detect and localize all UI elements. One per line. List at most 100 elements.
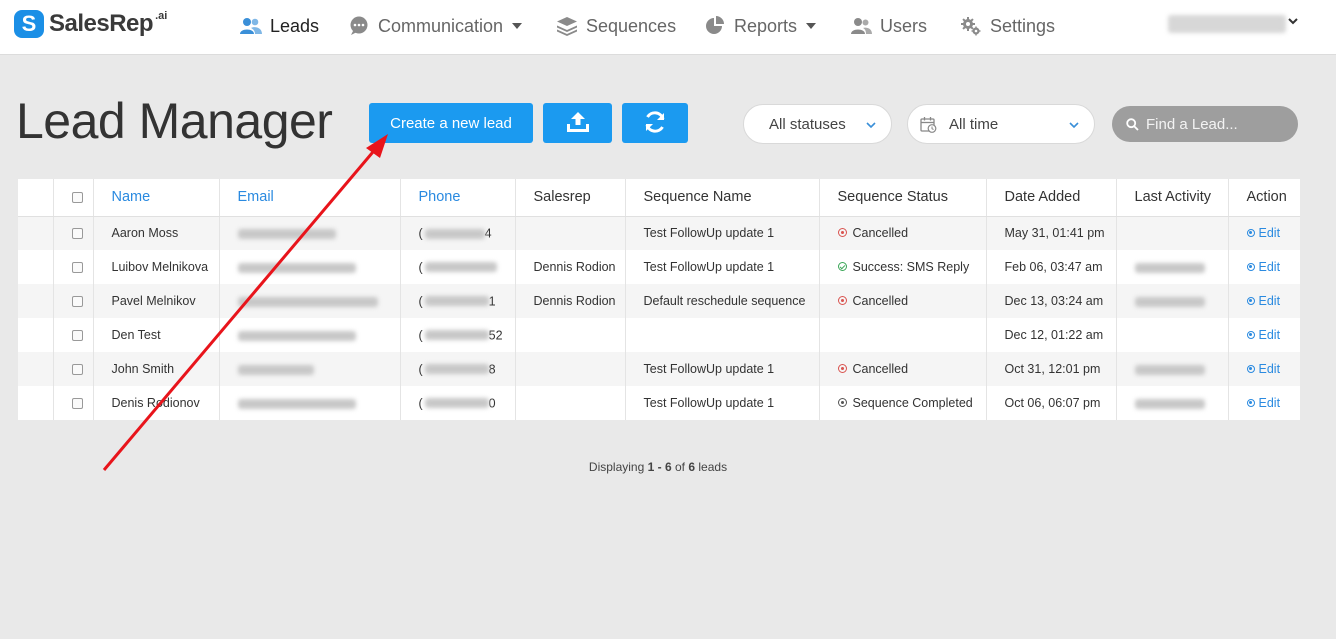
lead-phone-redacted xyxy=(424,296,489,307)
lead-sequence-status: Cancelled xyxy=(819,216,987,250)
column-header-email[interactable]: Email xyxy=(219,179,401,217)
pagination-prefix: Displaying xyxy=(588,460,645,474)
table-row[interactable]: Pavel Melnikov(1 Dennis Rodion Default res… xyxy=(18,284,1300,318)
table-row[interactable]: Den Test (52 Dec 12, 01:22 am Edit xyxy=(18,318,1300,352)
edit-lead-link[interactable]: Edit xyxy=(1246,396,1281,410)
status-filter-select[interactable]: All statuses xyxy=(743,104,892,144)
sequence-status-text: Cancelled xyxy=(852,294,909,308)
chevron-down-icon xyxy=(1068,118,1080,130)
search-input[interactable] xyxy=(1146,115,1286,133)
nav-sequences[interactable]: Sequences xyxy=(556,14,676,38)
search-box[interactable] xyxy=(1112,106,1298,142)
lead-phone-cell: ( xyxy=(400,250,516,284)
chevron-down-icon[interactable] xyxy=(1287,14,1299,30)
lead-phone-redacted xyxy=(424,330,489,341)
lead-action-cell: Edit xyxy=(1228,284,1300,318)
column-header-date-added: Date Added xyxy=(986,179,1117,217)
nav-settings[interactable]: Settings xyxy=(960,14,1055,38)
row-spacer xyxy=(18,318,54,352)
users-icon xyxy=(240,16,262,36)
row-select-cell xyxy=(53,216,94,250)
brand-logo[interactable]: S SalesRep .ai xyxy=(14,8,167,40)
row-select-cell xyxy=(53,250,94,284)
lead-email-cell xyxy=(219,216,401,250)
user-menu-name[interactable] xyxy=(1168,15,1286,33)
nav-communication[interactable]: Communication xyxy=(348,14,523,38)
phone-paren: ( xyxy=(418,260,423,275)
nav-users[interactable]: Users xyxy=(850,14,927,38)
time-filter-select[interactable]: All time xyxy=(907,104,1095,144)
page-title: Lead Manager xyxy=(16,93,333,149)
lead-last-activity-cell xyxy=(1116,216,1229,250)
user-group-icon xyxy=(850,16,872,36)
row-checkbox[interactable] xyxy=(71,330,83,342)
lead-name[interactable]: Pavel Melnikov xyxy=(93,284,220,318)
row-checkbox[interactable] xyxy=(71,398,83,410)
phone-suffix: 8 xyxy=(488,362,496,377)
column-header-spacer xyxy=(18,179,54,217)
table-row[interactable]: Aaron Moss (4 Test FollowUp update 1 Cancel… xyxy=(18,216,1300,250)
lead-name[interactable]: Luibov Melnikova xyxy=(93,250,220,284)
edit-icon xyxy=(1246,228,1255,237)
column-header-name[interactable]: Name xyxy=(93,179,220,217)
lead-phone-cell: (8 xyxy=(400,352,516,386)
edit-label: Edit xyxy=(1258,328,1281,342)
column-header-last-activity: Last Activity xyxy=(1116,179,1229,217)
edit-label: Edit xyxy=(1258,362,1281,376)
lead-name[interactable]: Denis Rodionov xyxy=(93,386,220,420)
status-filter-value: All statuses xyxy=(769,115,846,133)
edit-icon xyxy=(1246,296,1255,305)
upload-button[interactable] xyxy=(543,103,612,143)
table-row[interactable]: Luibov Melnikova (Dennis Rodion Test Follo… xyxy=(18,250,1300,284)
lead-name[interactable]: John Smith xyxy=(93,352,220,386)
lead-email-redacted xyxy=(237,262,356,273)
search-icon xyxy=(1126,117,1139,131)
edit-lead-link[interactable]: Edit xyxy=(1246,226,1280,240)
phone-paren: ( xyxy=(418,396,423,411)
lead-salesrep xyxy=(515,318,626,352)
row-checkbox[interactable] xyxy=(71,364,83,376)
pagination-range: 1 - 6 xyxy=(647,460,672,474)
pagination-info: Displaying 1 - 6 of 6 leads xyxy=(0,460,1316,474)
edit-label: Edit xyxy=(1258,396,1281,410)
row-select-cell xyxy=(53,352,94,386)
edit-lead-link[interactable]: Edit xyxy=(1246,260,1280,274)
row-select-cell xyxy=(53,318,94,352)
column-header-phone[interactable]: Phone xyxy=(400,179,516,217)
row-checkbox[interactable] xyxy=(71,262,83,274)
refresh-icon xyxy=(643,110,667,137)
edit-lead-link[interactable]: Edit xyxy=(1246,294,1280,308)
leads-table: Name Email Phone Salesrep Sequence Name … xyxy=(18,179,1300,420)
table-row[interactable]: Denis Rodionov (0 Test FollowUp update 1 Se… xyxy=(18,386,1300,420)
nav-leads[interactable]: Leads xyxy=(240,14,319,38)
refresh-button[interactable] xyxy=(622,103,688,143)
lead-sequence-status: Success: SMS Reply xyxy=(819,250,987,284)
phone-paren: ( xyxy=(418,226,423,241)
edit-lead-link[interactable]: Edit xyxy=(1246,328,1281,342)
sequence-status-text: Sequence Completed xyxy=(852,396,973,410)
lead-sequence-name: Test FollowUp update 1 xyxy=(625,386,820,420)
lead-email-cell xyxy=(219,386,401,420)
lead-email-cell xyxy=(219,284,401,318)
chat-icon xyxy=(348,16,370,36)
top-nav: S SalesRep .ai Leads Communication Seque… xyxy=(0,0,1336,55)
nav-label: Leads xyxy=(270,15,320,36)
lead-name[interactable]: Den Test xyxy=(93,318,220,352)
lead-date-added: Feb 06, 03:47 am xyxy=(986,250,1117,284)
row-checkbox[interactable] xyxy=(71,228,83,240)
row-checkbox[interactable] xyxy=(71,296,83,308)
pie-chart-icon xyxy=(704,16,726,36)
lead-name[interactable]: Aaron Moss xyxy=(93,216,220,250)
lead-salesrep: Dennis Rodion xyxy=(515,250,626,284)
status-success-icon xyxy=(837,262,847,272)
caret-down-icon xyxy=(806,23,817,29)
create-lead-button[interactable]: Create a new lead xyxy=(369,103,533,143)
nav-label: Communication xyxy=(378,15,504,36)
edit-lead-link[interactable]: Edit xyxy=(1246,362,1281,376)
pagination-total: 6 xyxy=(688,460,696,474)
nav-reports[interactable]: Reports xyxy=(704,14,817,38)
table-row[interactable]: John Smith (8 Test FollowUp update 1 Cancel… xyxy=(18,352,1300,386)
select-all-checkbox[interactable] xyxy=(71,191,83,203)
lead-last-activity-cell xyxy=(1116,386,1229,420)
lead-phone-cell: (1 xyxy=(400,284,516,318)
